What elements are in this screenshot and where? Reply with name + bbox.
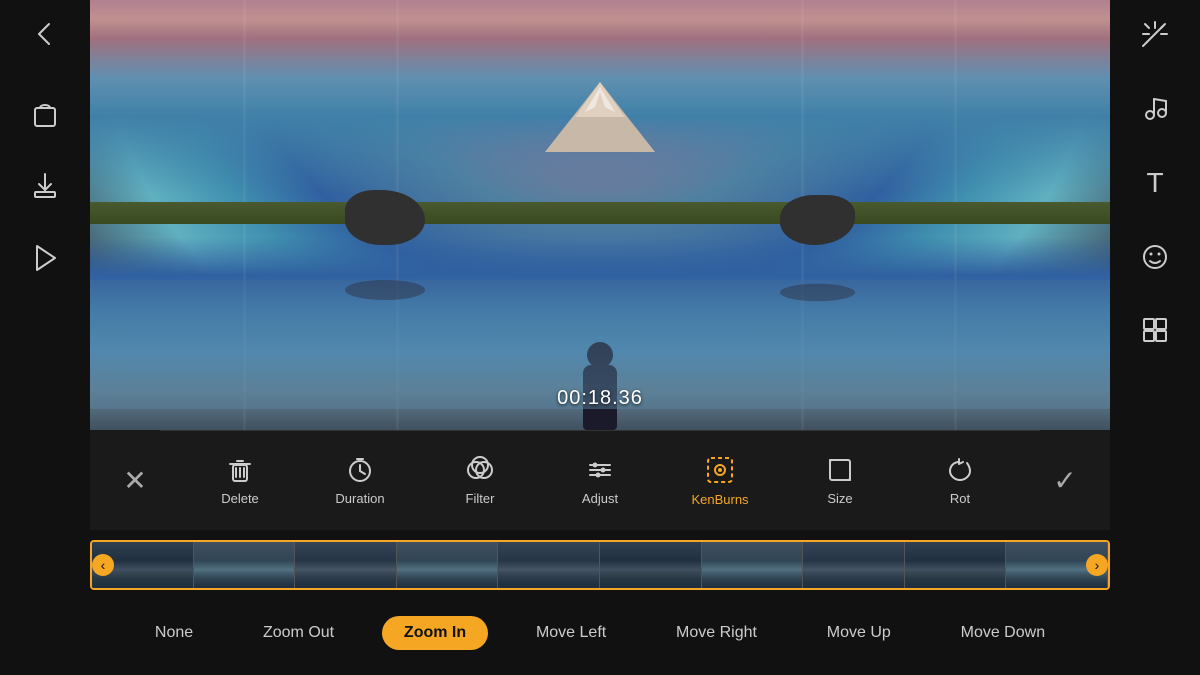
tool-adjust-label: Adjust: [582, 491, 618, 506]
timeline-area: ‹ ›: [90, 530, 1110, 600]
back-button[interactable]: [31, 20, 59, 48]
rock-left: [345, 190, 425, 245]
video-area: 00:18.36: [90, 0, 1110, 430]
tool-rot[interactable]: Rot: [925, 455, 995, 506]
tool-size-label: Size: [827, 491, 852, 506]
download-button[interactable]: [31, 170, 59, 202]
toolbar-wrapper: ✕ ✓ Delete: [90, 430, 1110, 530]
effect-move-right[interactable]: Move Right: [654, 616, 779, 650]
magic-wand-button[interactable]: [1141, 20, 1169, 48]
effect-options: None Zoom Out Zoom In Move Left Move Rig…: [90, 600, 1110, 665]
tool-delete-label: Delete: [221, 491, 259, 506]
effect-none[interactable]: None: [133, 616, 215, 650]
tool-adjust[interactable]: Adjust: [565, 455, 635, 506]
close-button[interactable]: ✕: [90, 430, 180, 530]
timeline-strip: ‹ ›: [90, 535, 1110, 595]
timeline-inner[interactable]: [90, 540, 1110, 590]
text-button[interactable]: T: [1141, 166, 1169, 198]
tool-duration[interactable]: Duration: [325, 455, 395, 506]
tool-filter[interactable]: Filter: [445, 455, 515, 506]
confirm-button[interactable]: ✓: [1020, 430, 1110, 530]
effect-zoom-in[interactable]: Zoom In: [382, 616, 488, 650]
tool-kenburns[interactable]: KenBurns: [685, 454, 755, 507]
tool-rot-label: Rot: [950, 491, 970, 506]
video-timestamp: 00:18.36: [557, 387, 643, 410]
effect-move-down[interactable]: Move Down: [939, 616, 1067, 650]
tool-duration-label: Duration: [335, 491, 384, 506]
right-sidebar: T: [1110, 0, 1200, 675]
effect-zoom-out[interactable]: Zoom Out: [241, 616, 356, 650]
template-button[interactable]: [1141, 316, 1169, 344]
emoji-button[interactable]: [1141, 243, 1169, 271]
left-sidebar: [0, 0, 90, 675]
tool-size[interactable]: Size: [805, 455, 875, 506]
effect-move-up[interactable]: Move Up: [805, 616, 913, 650]
timeline-arrow-left[interactable]: ‹: [92, 554, 114, 576]
toolbar: Delete Duration Filter: [160, 430, 1040, 530]
tool-kenburns-label: KenBurns: [691, 492, 748, 507]
shop-button[interactable]: [31, 98, 59, 130]
play-button[interactable]: [31, 242, 59, 274]
video-background: 00:18.36: [90, 0, 1110, 430]
tool-delete[interactable]: Delete: [205, 455, 275, 506]
tool-filter-label: Filter: [466, 491, 495, 506]
timeline-arrow-right[interactable]: ›: [1086, 554, 1108, 576]
music-button[interactable]: [1141, 93, 1169, 121]
main-content: 00:18.36 ✕ ✓ Delete: [90, 0, 1110, 675]
effect-move-left[interactable]: Move Left: [514, 616, 628, 650]
svg-text:T: T: [1146, 167, 1163, 198]
